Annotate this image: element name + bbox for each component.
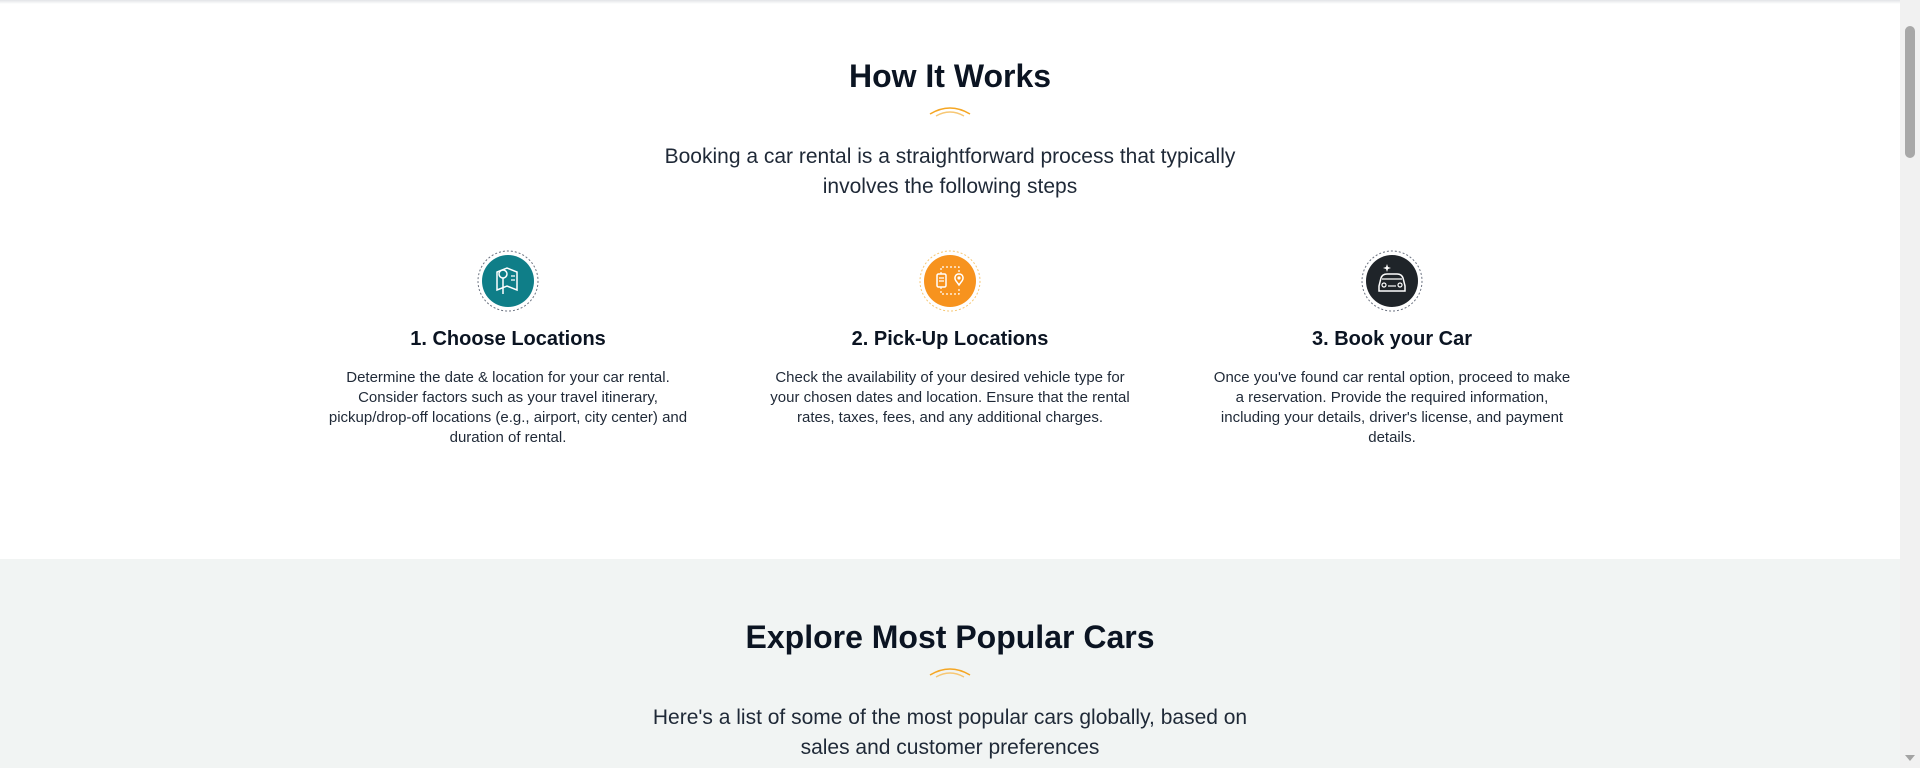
step-title: 2. Pick-Up Locations xyxy=(851,328,1049,350)
step-card-choose-locations: 1. Choose Locations Determine the date &… xyxy=(328,250,688,470)
popular-cars-subtitle: Here's a list of some of the most popula… xyxy=(652,706,1248,759)
how-it-works-section: How It Works Booking a car rental is a s… xyxy=(0,4,1900,559)
route-pin-icon xyxy=(919,250,981,312)
step-description: Determine the date & location for your c… xyxy=(328,369,688,446)
page-content: How It Works Booking a car rental is a s… xyxy=(0,0,1900,768)
title-ornament-icon xyxy=(929,668,971,678)
car-front-icon xyxy=(1361,250,1423,312)
how-it-works-title: How It Works xyxy=(848,58,1052,94)
step-card-pick-up-locations: 2. Pick-Up Locations Check the availabil… xyxy=(770,250,1130,470)
page: How It Works Booking a car rental is a s… xyxy=(0,0,1920,768)
vertical-scrollbar[interactable] xyxy=(1900,0,1920,768)
how-it-works-subtitle: Booking a car rental is a straightforwar… xyxy=(664,145,1236,198)
step-card-book-your-car: 3. Book your Car Once you've found car r… xyxy=(1212,250,1572,470)
step-description: Check the availability of your desired v… xyxy=(770,369,1130,426)
title-ornament-icon xyxy=(929,107,971,117)
popular-cars-section: Explore Most Popular Cars Here's a list … xyxy=(0,559,1900,768)
step-description: Once you've found car rental option, pro… xyxy=(1213,369,1571,446)
step-title: 1. Choose Locations xyxy=(410,328,606,350)
step-title: 3. Book your Car xyxy=(1311,328,1473,350)
location-map-icon xyxy=(477,250,539,312)
scrollbar-thumb[interactable] xyxy=(1905,26,1915,158)
scroll-down-arrow-icon[interactable] xyxy=(1905,755,1915,761)
popular-cars-title: Explore Most Popular Cars xyxy=(745,619,1155,655)
